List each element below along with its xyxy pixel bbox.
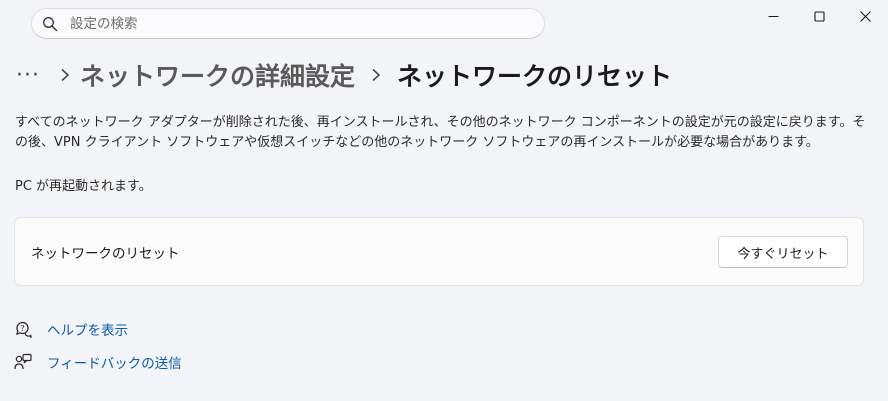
help-link[interactable]: ヘルプを表示 <box>47 319 128 339</box>
minimize-icon <box>768 15 778 17</box>
breadcrumb-parent-link[interactable]: ネットワークの詳細設定 <box>80 57 355 93</box>
feedback-icon <box>14 353 32 370</box>
feedback-link[interactable]: フィードバックの送信 <box>47 352 182 372</box>
feedback-link-row[interactable]: フィードバックの送信 <box>14 352 182 372</box>
search-input[interactable] <box>70 14 530 34</box>
page-title: ネットワークのリセット <box>397 62 673 91</box>
chevron-right-icon <box>355 68 397 82</box>
reset-now-button[interactable]: 今すぐリセット <box>718 236 848 268</box>
svg-text:?: ? <box>20 324 24 333</box>
card-label: ネットワークのリセット <box>31 246 180 262</box>
window-controls <box>750 0 888 32</box>
breadcrumb: ··· ネットワークの詳細設定 ネットワークのリセット <box>16 56 672 94</box>
maximize-button[interactable] <box>796 0 842 32</box>
search-box[interactable] <box>31 8 545 39</box>
close-icon <box>859 10 871 22</box>
maximize-icon <box>813 10 825 22</box>
breadcrumb-more-button[interactable]: ··· <box>16 63 50 88</box>
minimize-button[interactable] <box>750 0 796 32</box>
help-link-row[interactable]: ? ヘルプを表示 <box>14 319 128 339</box>
chevron-right-icon <box>50 68 80 82</box>
search-icon <box>43 17 58 32</box>
description-text: すべてのネットワーク アダプターが削除された後、再インストールされ、その他のネッ… <box>15 115 866 150</box>
close-button[interactable] <box>842 0 888 32</box>
restart-note: PC が再起動されます。 <box>15 179 152 194</box>
help-icon: ? <box>16 321 32 338</box>
network-reset-card: ネットワークのリセット 今すぐリセット <box>14 217 864 286</box>
